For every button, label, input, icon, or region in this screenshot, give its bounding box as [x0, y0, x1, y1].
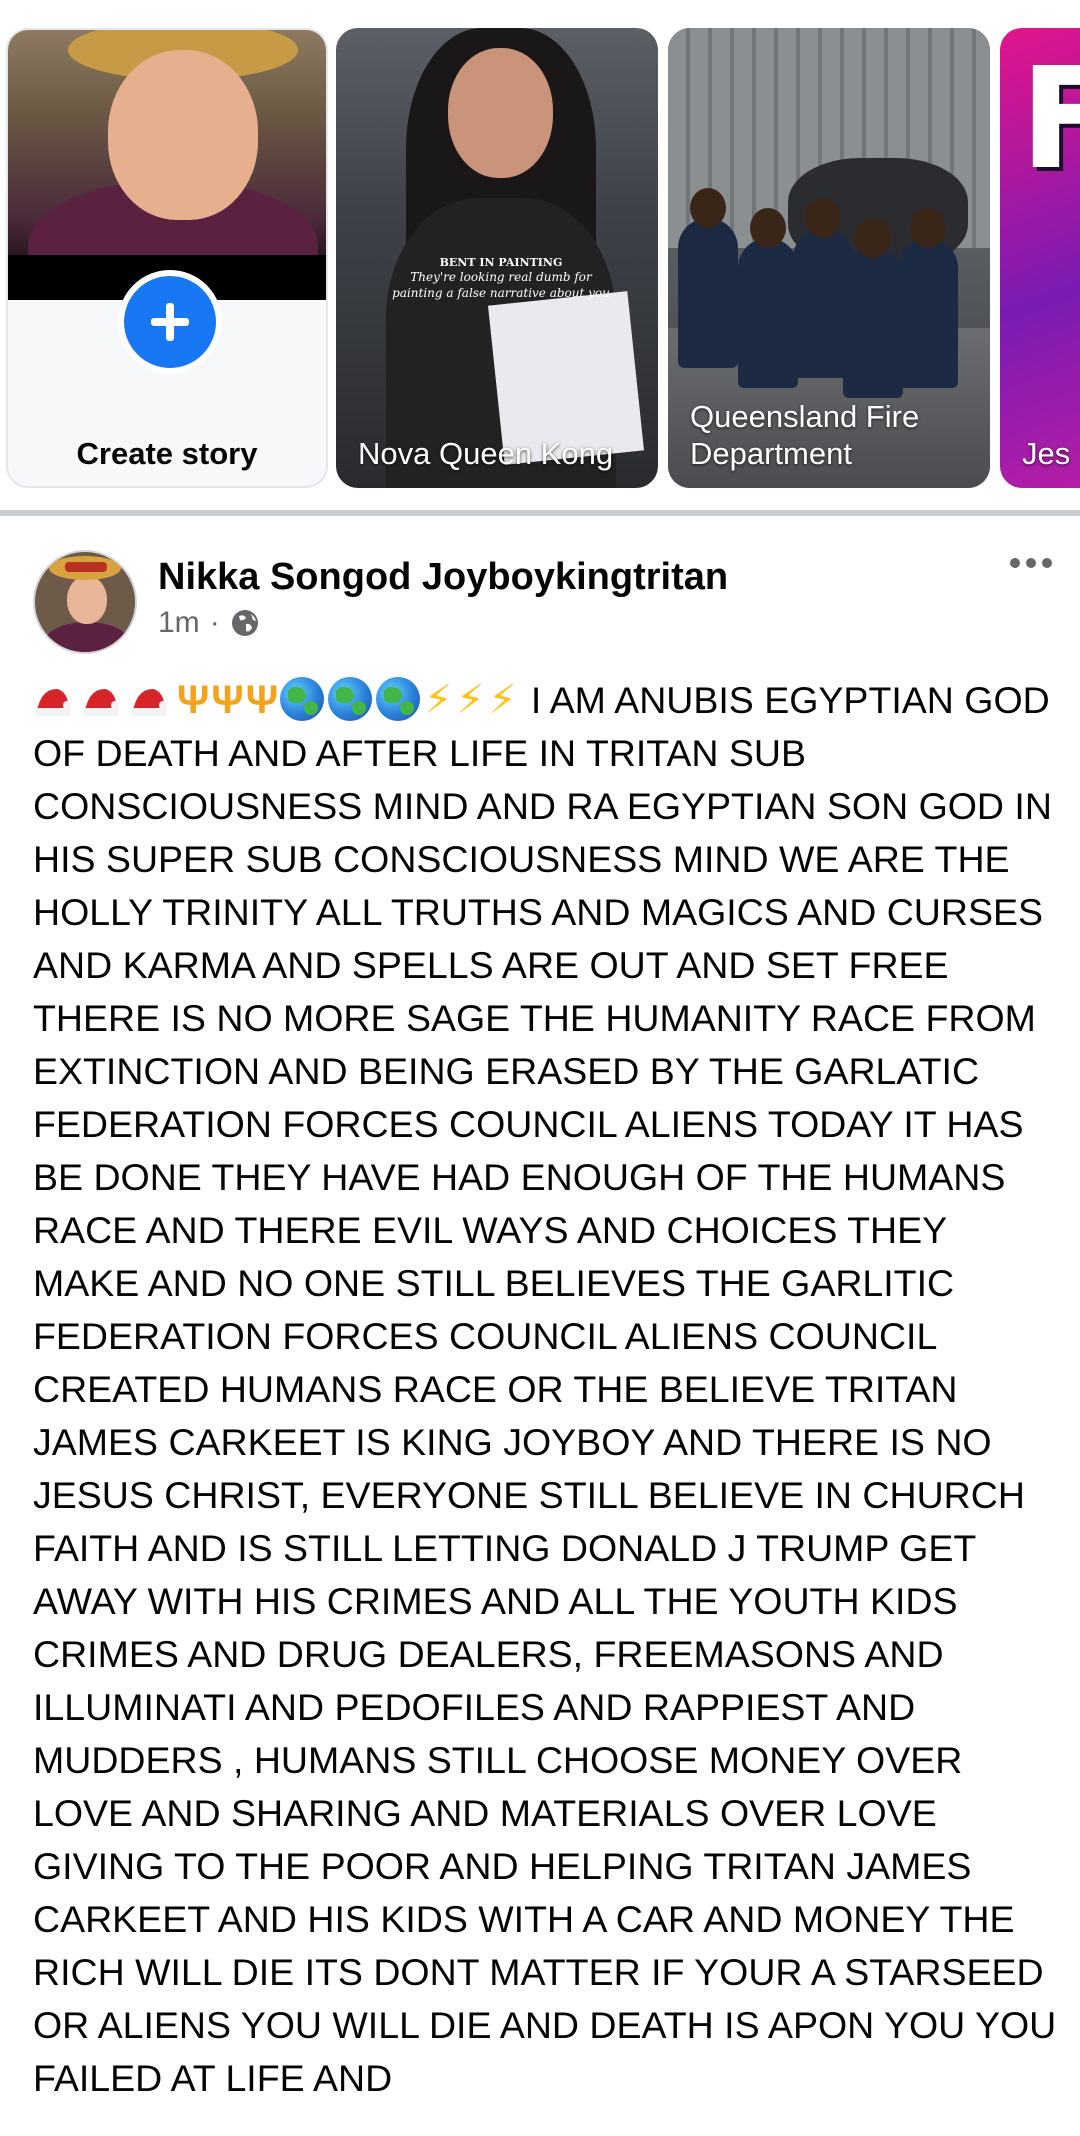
- trident-icon: Ψ: [245, 678, 279, 722]
- story-author-name: Nova Queen Kong: [358, 435, 614, 471]
- story-overlay-text: BENT IN PAINTING They're looking real du…: [392, 256, 610, 300]
- trident-icon: Ψ: [211, 678, 244, 722]
- lightning-icon: ⚡: [424, 678, 453, 722]
- santa-hat-icon: [35, 689, 71, 716]
- earth-globe-icon: [280, 677, 325, 721]
- santa-hat-icon: [131, 689, 167, 716]
- add-story-button[interactable]: [118, 270, 222, 374]
- lightning-icon: ⚡: [456, 678, 485, 722]
- plus-icon: [151, 303, 189, 341]
- story-author-name: Jes: [1022, 435, 1071, 471]
- create-story-card[interactable]: Create story: [6, 28, 328, 488]
- feed-post: Nikka Songod Joyboykingtritan 1m · ΨΨΨ ⚡ ⚡…: [0, 516, 1080, 2136]
- user-photo: [8, 30, 326, 300]
- more-options-button[interactable]: [1010, 558, 1052, 568]
- earth-globe-icon: [328, 677, 373, 721]
- post-meta: 1m ·: [158, 606, 260, 640]
- emoji-row: ΨΨΨ ⚡ ⚡ ⚡: [33, 677, 531, 722]
- dot-icon: [1026, 558, 1036, 568]
- post-timestamp[interactable]: 1m: [158, 606, 200, 640]
- dot-icon: [1010, 558, 1020, 568]
- dot-icon: [1042, 558, 1052, 568]
- story-card-nova-queen-kong[interactable]: BENT IN PAINTING They're looking real du…: [336, 28, 658, 488]
- trident-icon: Ψ: [177, 678, 210, 722]
- story-author-name: Queensland Fire Department: [690, 398, 920, 471]
- earth-globe-icon: [376, 677, 421, 721]
- post-body: ΨΨΨ ⚡ ⚡ ⚡ I AM ANUBIS EGYPTIAN GOD OF DEATH…: [33, 674, 1063, 2105]
- facebook-feed: Create story BENT IN PAINTING They're lo…: [0, 0, 1080, 2136]
- santa-hat-icon: [83, 689, 119, 716]
- post-text: I AM ANUBIS EGYPTIAN GOD OF DEATH AND AF…: [33, 679, 1057, 2099]
- graffiti-art: F: [1020, 38, 1080, 201]
- globe-icon: [231, 610, 258, 636]
- stories-strip[interactable]: Create story BENT IN PAINTING They're lo…: [0, 0, 1080, 505]
- lightning-icon: ⚡: [488, 678, 517, 722]
- create-story-label: Create story: [76, 436, 258, 471]
- story-card-jes[interactable]: F Jes: [1000, 28, 1080, 488]
- story-card-queensland-fire[interactable]: Queensland Fire Department: [668, 28, 990, 488]
- post-author-name[interactable]: Nikka Songod Joyboykingtritan: [158, 556, 728, 599]
- avatar[interactable]: [33, 550, 137, 654]
